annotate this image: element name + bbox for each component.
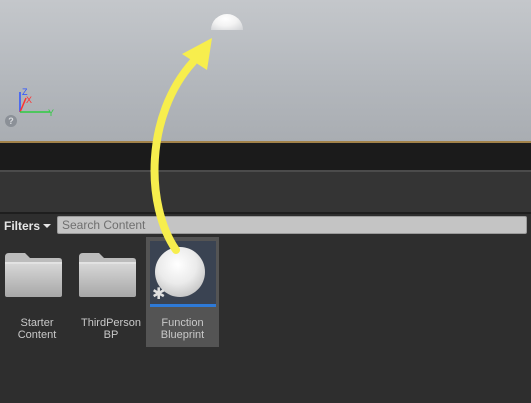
asset-label: Starter Content [17, 317, 57, 341]
asset-tile-thirdperson-bp[interactable]: ThirdPerson BP [75, 237, 147, 347]
axis-y-label: Y [48, 108, 54, 118]
sphere-actor[interactable] [211, 14, 243, 30]
asterisk-icon: ✱ [152, 286, 166, 303]
panel-background [0, 172, 531, 212]
toolbar-strip [0, 143, 531, 170]
asset-thumbnail: ✱ [150, 241, 216, 307]
asset-tile-starter-content[interactable]: Starter Content [1, 237, 73, 347]
chevron-down-icon [43, 223, 52, 228]
level-viewport[interactable]: Z X Y ? [0, 0, 531, 141]
asset-label: ThirdPerson BP [81, 317, 141, 341]
filters-label: Filters [4, 218, 41, 233]
asset-tile-function-blueprint[interactable]: ✱ Function Blueprint [146, 237, 219, 347]
folder-icon [5, 253, 62, 297]
folder-icon [79, 253, 136, 297]
filters-button[interactable]: Filters [4, 218, 52, 234]
axis-x-label: X [26, 95, 32, 105]
help-icon[interactable]: ? [5, 115, 17, 127]
search-input[interactable] [57, 216, 527, 234]
asset-label: Function Blueprint [160, 317, 205, 341]
